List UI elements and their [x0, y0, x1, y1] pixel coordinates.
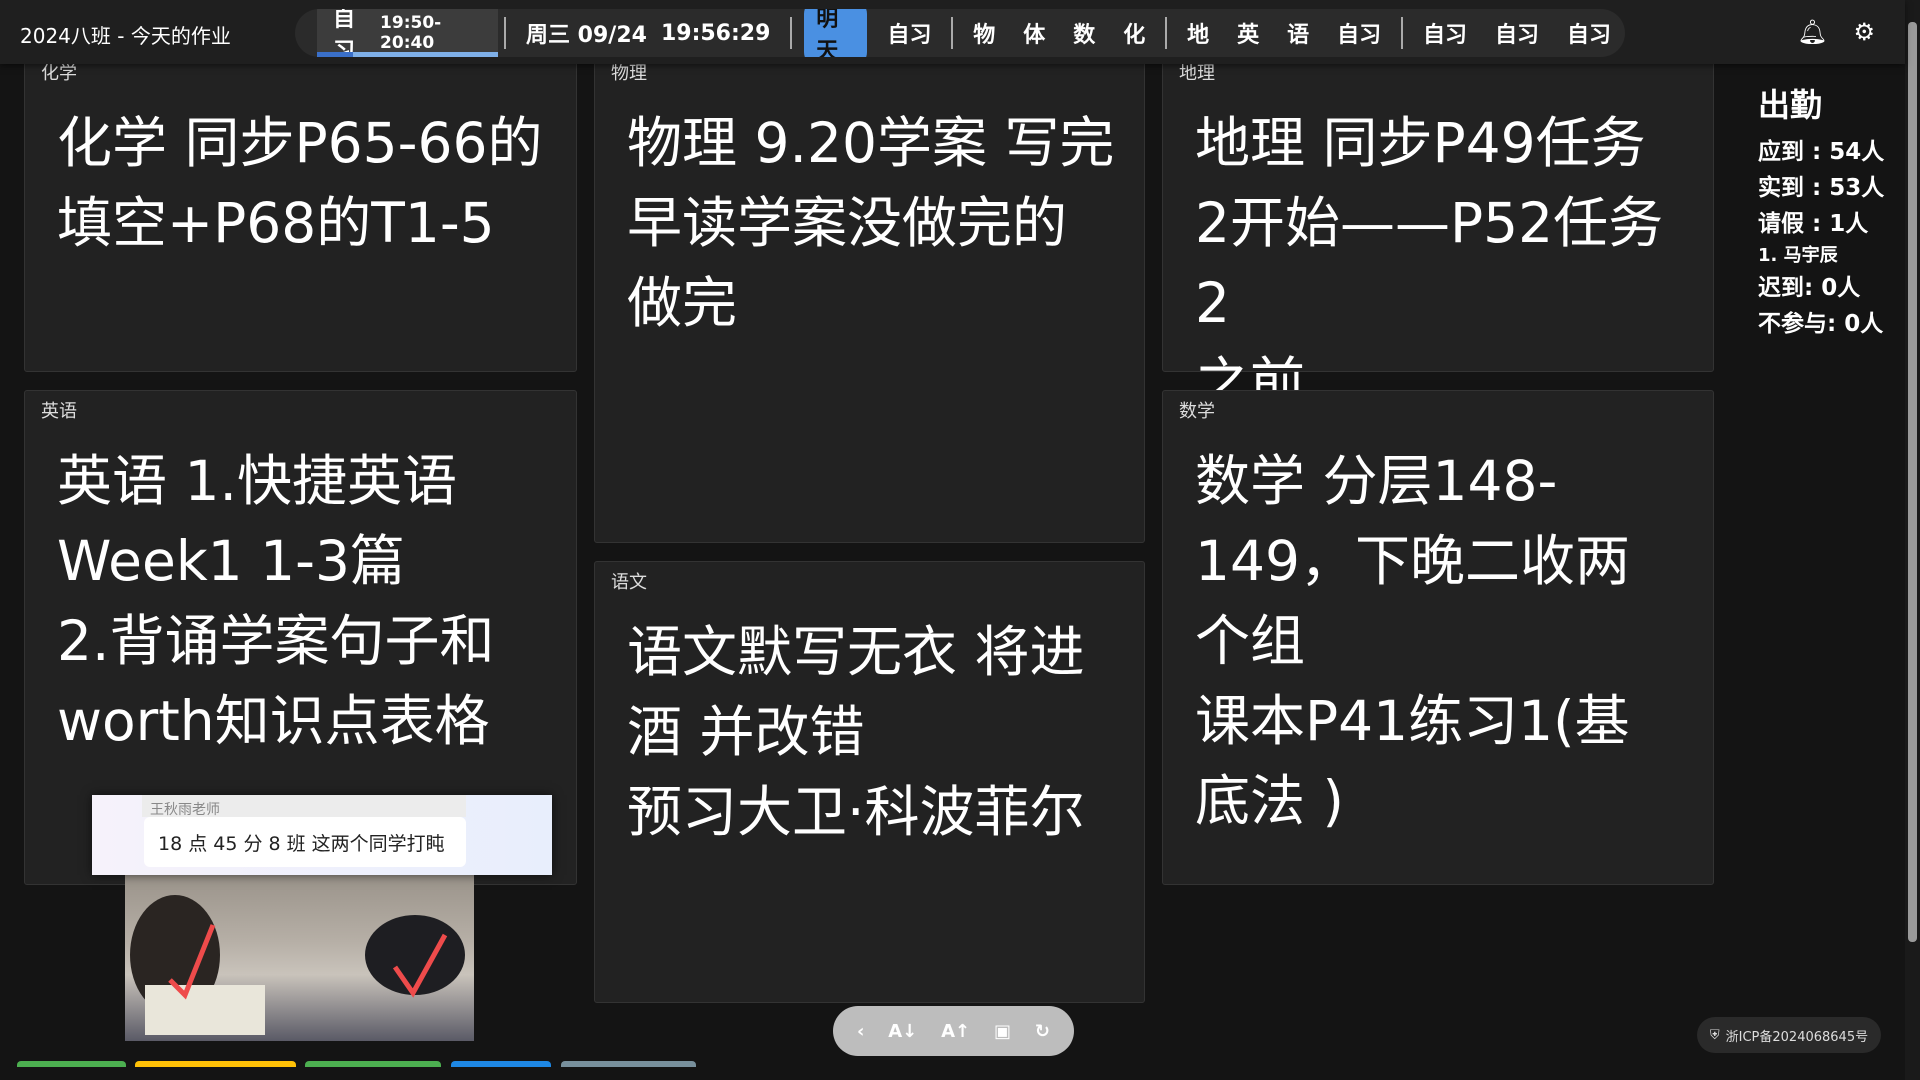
icp-text: 浙ICP备2024068645号 — [1725, 1029, 1869, 1045]
card-text: 化学 同步P65-66的 填空+P68的T1-5 — [57, 111, 543, 255]
calendar-icon[interactable]: ▣ — [994, 1021, 1011, 1042]
divider — [1165, 17, 1168, 49]
homework-card-geography: 地理 地理 同步P49任务 2开始——P52任务2 之前 — [1162, 52, 1714, 415]
tab-indicator[interactable] — [135, 1061, 296, 1067]
notice-message: 18 点 45 分 8 班 这两个同学打盹 — [144, 817, 466, 867]
current-period-time: 19:50-20:40 — [380, 13, 442, 53]
bell-icon[interactable]: 🔔︎ — [1797, 18, 1827, 46]
tab-indicator[interactable] — [561, 1061, 696, 1067]
shield-icon: ⛨ — [1709, 1027, 1720, 1043]
divider — [504, 17, 507, 49]
chevron-left-icon[interactable]: ‹ — [857, 1021, 864, 1042]
period[interactable]: 自习 — [1323, 17, 1395, 49]
refresh-icon[interactable]: ↻ — [1035, 1021, 1050, 1042]
top-bar: 2024八班 - 今天的作业 自习 19:50-20:40 周三 09/24 1… — [0, 0, 1905, 64]
card-text: 语文默写无衣 将进 酒 并改错 预习大卫·科波菲尔 — [627, 620, 1085, 844]
tab-indicator[interactable] — [451, 1061, 551, 1067]
homework-card-math: 数学数学 分层148- 149，下晚二收两 个组 课本P41练习1(基 底法 ) — [1162, 390, 1714, 885]
period[interactable]: 自习 — [1481, 17, 1553, 49]
divider — [951, 17, 954, 49]
attendance-present: 实到 : 53人 — [1758, 175, 1885, 201]
homework-card-chinese: 语文语文默写无衣 将进 酒 并改错 预习大卫·科波菲尔 — [594, 561, 1145, 1003]
clock: 19:56:29 — [660, 20, 771, 46]
period[interactable]: 自习 — [873, 17, 945, 49]
icp-badge[interactable]: ⛨ 浙ICP备2024068645号 — [1697, 1017, 1881, 1053]
tomorrow-badge[interactable]: 明天 — [804, 9, 868, 57]
attendance-expected: 应到 : 54人 — [1758, 139, 1885, 165]
notice-sender: 王秋雨老师 — [142, 795, 466, 818]
card-label: 语文 — [611, 572, 647, 593]
page-title: 2024八班 - 今天的作业 — [20, 24, 231, 48]
period[interactable]: 化 — [1109, 17, 1159, 49]
period[interactable]: 自习 — [1553, 17, 1625, 49]
card-text: 英语 1.快捷英语 Week1 1-3篇 2.背诵学案句子和 worth知识点表… — [57, 449, 495, 753]
current-period-label: 自习 — [333, 9, 356, 57]
card-text: 数学 分层148- 149，下晚二收两 个组 课本P41练习1(基 底法 ) — [1195, 449, 1630, 833]
check-marks-icon — [130, 895, 465, 1035]
attendance-leave-names: 1. 马宇辰 — [1758, 245, 1838, 266]
period[interactable]: 地 — [1173, 17, 1223, 49]
notice-photo[interactable] — [125, 875, 474, 1041]
homework-card-chemistry: 化学 化学 同步P65-66的 填空+P68的T1-5 — [24, 52, 577, 372]
card-text: 物理 9.20学案 写完 早读学案没做完的 做完 — [627, 111, 1115, 335]
font-decrease-icon[interactable]: A↓ — [888, 1021, 917, 1042]
period[interactable]: 数 — [1059, 17, 1109, 49]
period[interactable]: 物 — [959, 17, 1009, 49]
period[interactable]: 体 — [1009, 17, 1059, 49]
schedule-bar: 自习 19:50-20:40 周三 09/24 19:56:29 明天 自习 物… — [295, 9, 1625, 57]
attendance-panel: 出勤 应到 : 54人 实到 : 53人 请假 : 1人 1. 马宇辰 迟到: … — [1758, 80, 1884, 342]
font-increase-icon[interactable]: A↑ — [941, 1021, 970, 1042]
period[interactable]: 英 — [1223, 17, 1273, 49]
attendance-late: 迟到: 0人 — [1758, 275, 1861, 301]
date: 周三 09/24 — [526, 23, 647, 48]
divider — [790, 17, 793, 49]
card-text: 地理 同步P49任务 2开始——P52任务2 之前 — [1195, 111, 1664, 415]
notice-popup[interactable]: 王秋雨老师 18 点 45 分 8 班 这两个同学打盹 — [92, 795, 552, 875]
tab-indicator[interactable] — [305, 1061, 441, 1067]
period[interactable]: 语 — [1273, 17, 1323, 49]
attendance-title: 出勤 — [1758, 86, 1823, 124]
scrollbar[interactable] — [1905, 0, 1920, 1080]
attendance-leave: 请假 : 1人 — [1758, 211, 1869, 237]
gear-icon[interactable]: ⚙ — [1853, 18, 1875, 46]
divider — [1401, 17, 1403, 49]
period[interactable]: 自习 — [1409, 17, 1481, 49]
card-label: 数学 — [1179, 401, 1215, 422]
tab-indicator[interactable] — [17, 1061, 126, 1067]
period-progress — [317, 52, 499, 57]
homework-card-physics: 物理 物理 9.20学案 写完 早读学案没做完的 做完 — [594, 52, 1145, 543]
attendance-absent: 不参与: 0人 — [1758, 311, 1884, 337]
bottom-toolbar: ‹ A↓ A↑ ▣ ↻ — [833, 1006, 1074, 1056]
current-period[interactable]: 自习 19:50-20:40 — [317, 9, 499, 57]
card-label: 英语 — [41, 401, 77, 422]
